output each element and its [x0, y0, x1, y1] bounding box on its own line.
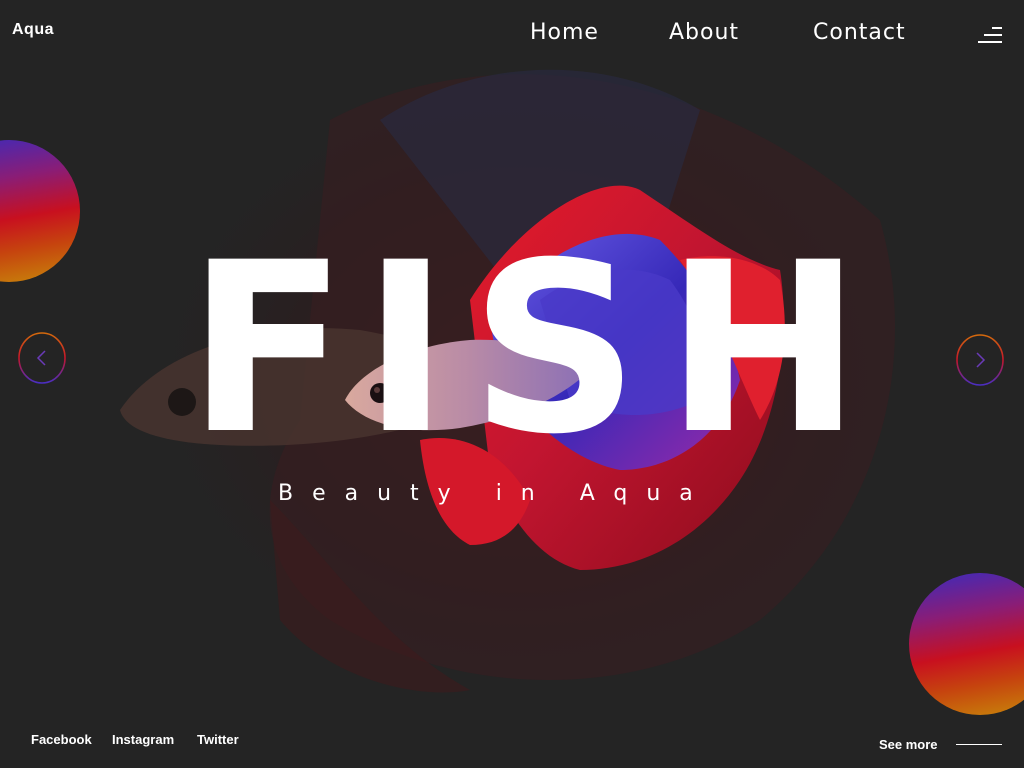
- instagram-link[interactable]: Instagram: [112, 732, 174, 747]
- nav-contact-link[interactable]: Contact: [813, 20, 906, 45]
- see-more-line: [956, 744, 1002, 745]
- nav-home-link[interactable]: Home: [530, 20, 599, 45]
- twitter-link[interactable]: Twitter: [197, 732, 239, 747]
- hero-title: F I S H: [0, 220, 1024, 480]
- hero-letter-h: H: [665, 213, 862, 486]
- hero-letter-s: S: [470, 213, 640, 486]
- see-more-link[interactable]: See more: [879, 737, 938, 752]
- hero-tagline: Beauty in Aqua: [278, 481, 712, 506]
- site-logo[interactable]: Aqua: [12, 21, 54, 39]
- hero-letter-f: F: [187, 213, 348, 486]
- landing-page: Aqua Home About Contact F I S H Beauty i…: [0, 0, 1024, 768]
- nav-about-link[interactable]: About: [669, 20, 739, 45]
- hamburger-menu-icon[interactable]: [976, 24, 1004, 46]
- hero-letter-i: I: [362, 213, 450, 486]
- facebook-link[interactable]: Facebook: [31, 732, 92, 747]
